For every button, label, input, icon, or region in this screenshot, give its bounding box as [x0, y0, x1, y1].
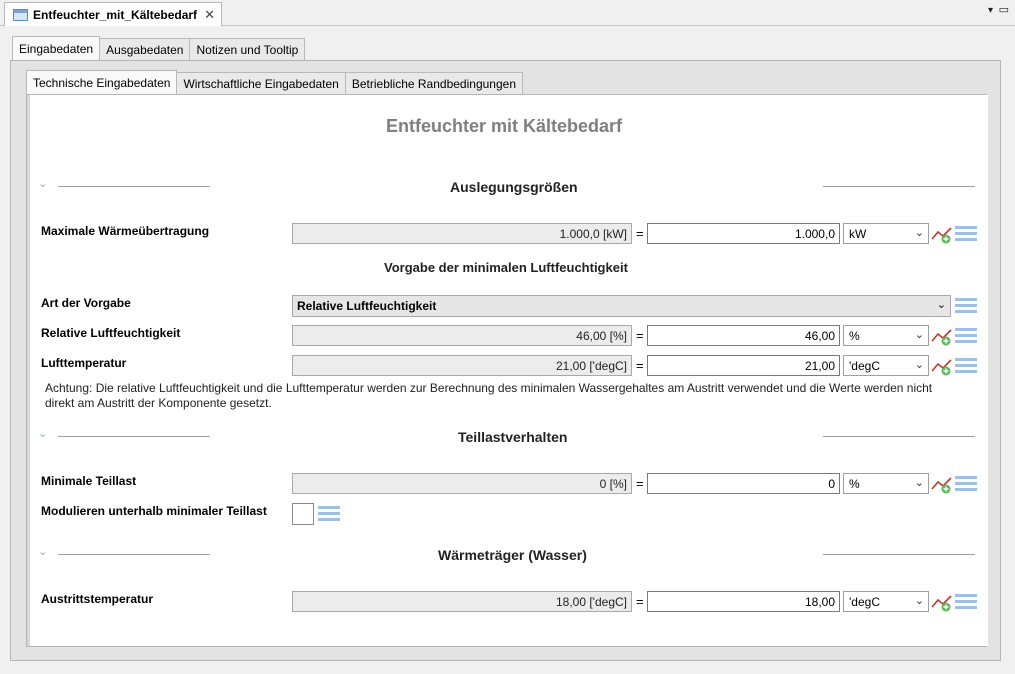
rel-feuchte-unit-select[interactable]: % ⌄ — [843, 325, 929, 346]
unit-value: kW — [849, 227, 867, 241]
modulieren-checkbox[interactable] — [292, 503, 314, 525]
chevron-down-icon: ⌄ — [914, 329, 924, 341]
min-teillast-readonly: 0 [%] — [292, 473, 632, 494]
label-lufttemp: Lufttemperatur — [41, 356, 127, 370]
add-trend-icon[interactable] — [931, 224, 953, 244]
collapse-teillast-icon[interactable]: ⌄ — [38, 427, 47, 440]
austritt-input[interactable]: 18,00 — [647, 591, 840, 612]
section-rule — [58, 186, 210, 187]
list-icon[interactable] — [955, 593, 977, 611]
section-rule — [823, 436, 975, 437]
chevron-down-icon: ⌄ — [914, 359, 924, 371]
label-art-vorgabe: Art der Vorgabe — [41, 296, 131, 310]
max-waerme-readonly: 1.000,0 [kW] — [292, 223, 632, 244]
list-icon[interactable] — [955, 475, 977, 493]
component-file-icon — [13, 8, 28, 21]
list-icon[interactable] — [955, 297, 977, 315]
unit-value: % — [849, 477, 860, 491]
list-icon[interactable] — [955, 327, 977, 345]
label-modulieren: Modulieren unterhalb minimaler Teillast — [41, 504, 267, 518]
tab-ausgabedaten[interactable]: Ausgabedaten — [99, 38, 191, 60]
lufttemp-unit-select[interactable]: 'degC ⌄ — [843, 355, 929, 376]
equals-sign: = — [636, 358, 644, 373]
chevron-down-icon: ⌄ — [914, 595, 924, 607]
max-waerme-input[interactable]: 1.000,0 — [647, 223, 840, 244]
equals-sign: = — [636, 476, 644, 491]
list-icon[interactable] — [955, 225, 977, 243]
note-line: direkt am Austritt der Komponente gesetz… — [45, 396, 272, 410]
art-vorgabe-value: Relative Luftfeuchtigkeit — [297, 299, 437, 313]
form-title: Entfeuchter mit Kältebedarf — [386, 116, 623, 136]
equals-sign: = — [636, 594, 644, 609]
add-trend-icon[interactable] — [931, 474, 953, 494]
section-rule — [823, 186, 975, 187]
section-rule — [823, 554, 975, 555]
max-waerme-unit-select[interactable]: kW ⌄ — [843, 223, 929, 244]
chevron-down-icon: ⌄ — [914, 477, 924, 489]
label-austritt: Austrittstemperatur — [41, 592, 154, 606]
add-trend-icon[interactable] — [931, 326, 953, 346]
chevron-down-icon: ⌄ — [914, 227, 924, 239]
tab-eingabedaten[interactable]: Eingabedaten — [12, 36, 101, 60]
heading-vorgabe: Vorgabe der minimalen Luftfeuchtigkeit — [384, 260, 628, 275]
note-text: Achtung: Die relative Luftfeuchtigkeit u… — [45, 381, 975, 411]
min-teillast-input[interactable]: 0 — [647, 473, 840, 494]
tab-betriebliche[interactable]: Betriebliche Randbedingungen — [344, 72, 523, 94]
unit-value: % — [849, 329, 860, 343]
collapse-waermetraeger-icon[interactable]: ⌄ — [38, 545, 47, 558]
min-teillast-unit-select[interactable]: % ⌄ — [843, 473, 929, 494]
lufttemp-input[interactable]: 21,00 — [647, 355, 840, 376]
label-max-waerme: Maximale Wärmeübertragung — [41, 224, 210, 238]
chevron-down-icon: ⌄ — [936, 299, 946, 311]
label-min-teillast: Minimale Teillast — [41, 474, 137, 488]
unit-value: 'degC — [849, 595, 880, 609]
section-auslegung: Auslegungsgrößen — [450, 179, 578, 195]
austritt-unit-select[interactable]: 'degC ⌄ — [843, 591, 929, 612]
section-waermetraeger: Wärmeträger (Wasser) — [438, 547, 587, 563]
note-line: Achtung: Die relative Luftfeuchtigkeit u… — [45, 381, 933, 395]
editor-tabbar: Entfeuchter_mit_Kältebedarf ✕ ▾ ▭ — [0, 0, 1015, 26]
add-trend-icon[interactable] — [931, 356, 953, 376]
add-trend-icon[interactable] — [931, 592, 953, 612]
equals-sign: = — [636, 328, 644, 343]
unit-value: 'degC — [849, 359, 880, 373]
label-rel-feuchte: Relative Luftfeuchtigkeit — [41, 326, 181, 340]
close-icon[interactable]: ✕ — [204, 7, 215, 23]
section-rule — [58, 554, 210, 555]
editor-tab-title: Entfeuchter_mit_Kältebedarf — [33, 7, 198, 22]
tab-wirtschaftliche[interactable]: Wirtschaftliche Eingabedaten — [176, 72, 346, 94]
editor-tab[interactable]: Entfeuchter_mit_Kältebedarf ✕ — [4, 2, 222, 26]
tab-notizen[interactable]: Notizen und Tooltip — [189, 38, 306, 60]
maximize-icon[interactable]: ▭ — [999, 3, 1009, 16]
rel-feuchte-readonly: 46,00 [%] — [292, 325, 632, 346]
austritt-readonly: 18,00 ['degC] — [292, 591, 632, 612]
tab-technische[interactable]: Technische Eingabedaten — [26, 70, 178, 94]
top-tab-strip: Eingabedaten Ausgabedaten Notizen und To… — [12, 36, 306, 60]
section-rule — [58, 436, 210, 437]
list-icon[interactable] — [955, 357, 977, 375]
art-vorgabe-select[interactable]: Relative Luftfeuchtigkeit ⌄ — [292, 295, 951, 317]
view-menu-icon[interactable]: ▾ — [988, 5, 993, 16]
collapse-auslegung-icon[interactable]: ⌄ — [38, 177, 47, 190]
form-content: Entfeuchter mit Kältebedarf ⌄ Auslegungs… — [30, 95, 988, 646]
rel-feuchte-input[interactable]: 46,00 — [647, 325, 840, 346]
sub-tab-strip: Technische Eingabedaten Wirtschaftliche … — [26, 70, 523, 94]
section-teillast: Teillastverhalten — [458, 429, 568, 445]
list-icon[interactable] — [318, 505, 340, 523]
equals-sign: = — [636, 226, 644, 241]
lufttemp-readonly: 21,00 ['degC] — [292, 355, 632, 376]
